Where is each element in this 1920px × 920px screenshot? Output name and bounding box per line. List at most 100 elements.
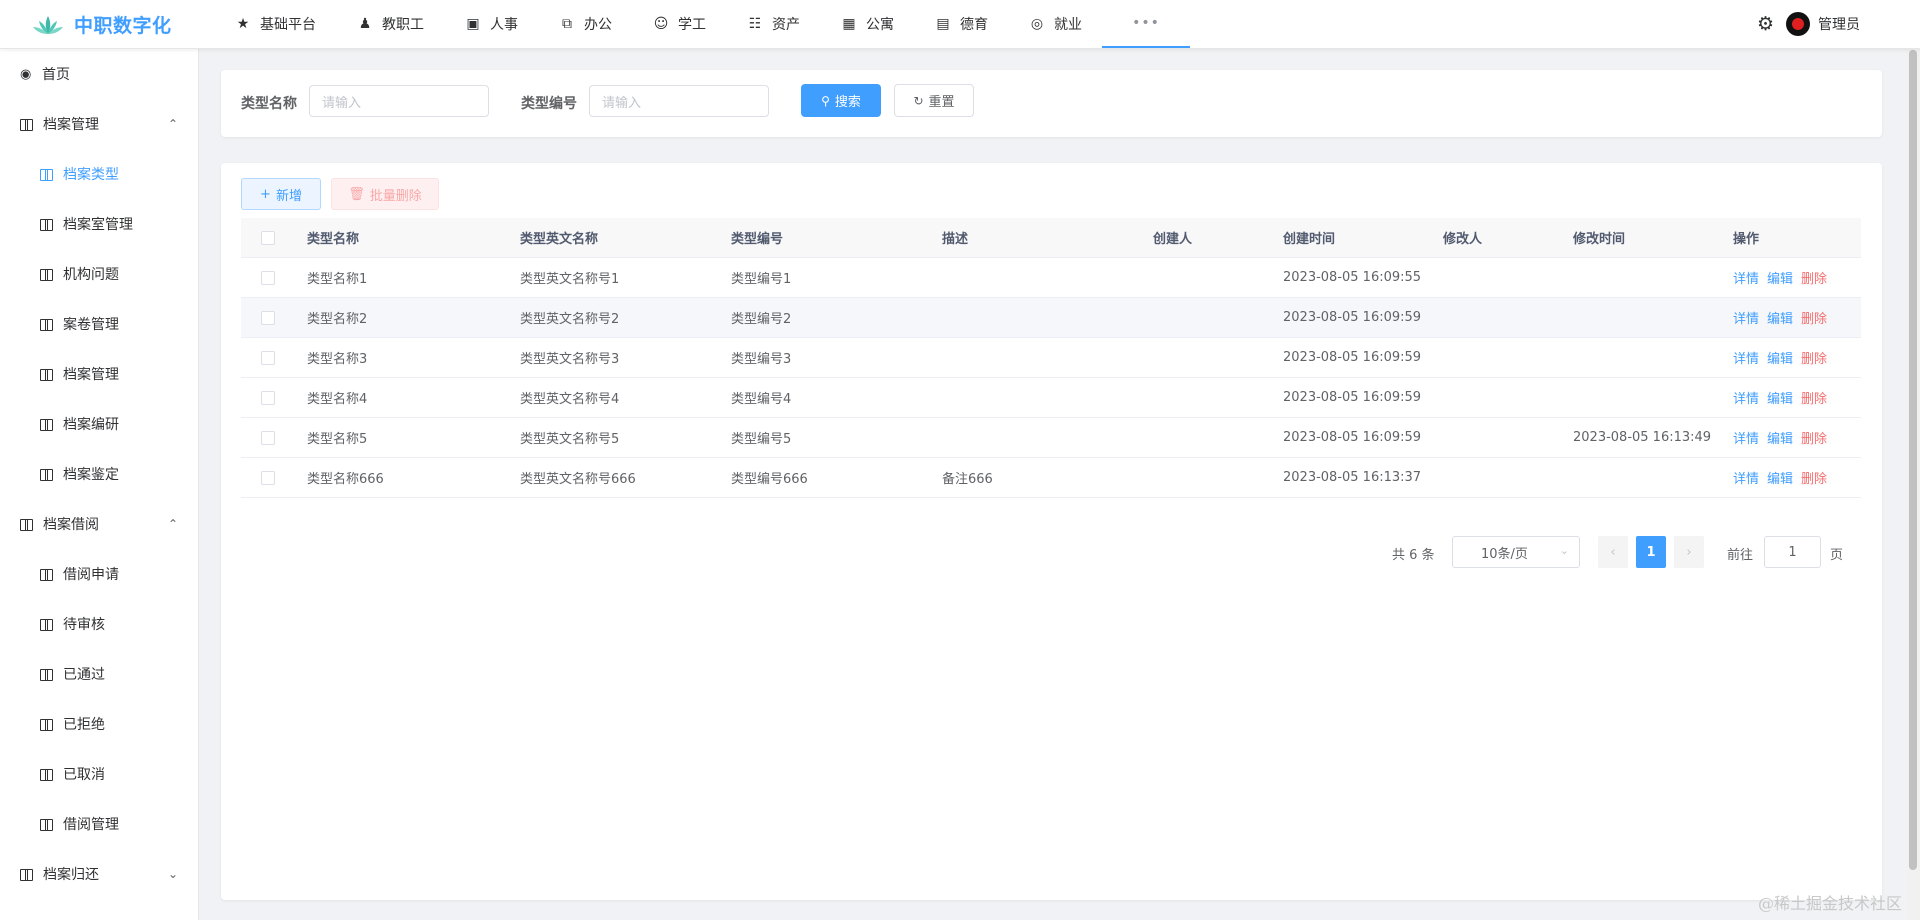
table-row[interactable]: 类型名称1 类型英文名称号1 类型编号1 2023-08-05 16:09:55… <box>241 258 1861 298</box>
delete-link[interactable]: 删除 <box>1801 472 1827 487</box>
topnav-item-assets[interactable]: ☷ 资产 <box>726 0 820 48</box>
detail-link[interactable]: 详情 <box>1733 392 1759 407</box>
avatar[interactable] <box>1786 12 1810 36</box>
edit-link[interactable]: 编辑 <box>1767 392 1793 407</box>
table-row[interactable]: 类型名称4 类型英文名称号4 类型编号4 2023-08-05 16:09:59… <box>241 378 1861 418</box>
edit-link[interactable]: 编辑 <box>1767 432 1793 447</box>
sidebar-item-approved[interactable]: 已通过 <box>0 649 198 699</box>
sidebar-item-pending[interactable]: 待审核 <box>0 599 198 649</box>
scrollbar-thumb[interactable] <box>1909 50 1917 870</box>
row-checkbox[interactable] <box>261 310 275 325</box>
user-name[interactable]: 管理员 <box>1818 14 1860 34</box>
pagination: 共 6 条 10条/页 ⌄ ‹ 1 › 前往 1 页 <box>221 536 1861 568</box>
grid-icon: ▤ <box>936 16 950 32</box>
cell-type-en-name: 类型英文名称号2 <box>520 312 620 327</box>
topnav-item-hr[interactable]: ▣ 人事 <box>444 0 538 48</box>
goto-page-input[interactable]: 1 <box>1764 536 1821 568</box>
sidebar-item-label: 待审核 <box>63 617 105 633</box>
topnav-item-staff[interactable]: ♟ 教职工 <box>336 0 444 48</box>
page-number-current[interactable]: 1 <box>1636 536 1666 568</box>
row-checkbox[interactable] <box>261 270 275 285</box>
sidebar-item-home[interactable]: ◉ 首页 <box>0 49 198 99</box>
detail-link[interactable]: 详情 <box>1733 312 1759 327</box>
sidebar-item-cancelled[interactable]: 已取消 <box>0 749 198 799</box>
cell-create-time: 2023-08-05 16:09:59 <box>1283 350 1422 365</box>
book-icon <box>40 568 53 581</box>
delete-link[interactable]: 删除 <box>1801 392 1827 407</box>
type-code-input[interactable]: 请输入 <box>589 85 769 117</box>
sidebar-item-archive-type[interactable]: 档案类型 <box>0 149 198 199</box>
sidebar-item-dossier[interactable]: 案卷管理 <box>0 299 198 349</box>
cell-create-time: 2023-08-05 16:09:59 <box>1283 430 1422 445</box>
edit-link[interactable]: 编辑 <box>1767 312 1793 327</box>
sidebar-item-compilation[interactable]: 档案编研 <box>0 399 198 449</box>
type-name-label: 类型名称 <box>241 96 297 112</box>
logo[interactable]: 中职数字化 <box>32 11 172 38</box>
sidebar-item-borrow-manage[interactable]: 借阅管理 <box>0 799 198 849</box>
cell-type-en-name: 类型英文名称号5 <box>520 432 620 447</box>
col-header: 描述 <box>942 232 969 247</box>
gear-icon[interactable]: ⚙ <box>1757 13 1774 35</box>
book-icon <box>40 668 53 681</box>
detail-link[interactable]: 详情 <box>1733 472 1759 487</box>
search-form: 类型名称 请输入 类型编号 请输入 ⚲ 搜索 ↻ 重置 <box>221 70 1882 137</box>
topnav-item-moral[interactable]: ▤ 德育 <box>914 0 1008 48</box>
chevron-up-icon: ⌃ <box>167 117 178 131</box>
delete-link[interactable]: 删除 <box>1801 272 1827 287</box>
trash-icon: 🗑 <box>348 186 365 202</box>
sidebar-item-archives[interactable]: 档案管理 <box>0 349 198 399</box>
topnav-item-basic[interactable]: ★ 基础平台 <box>214 0 336 48</box>
sidebar-item-borrow-apply[interactable]: 借阅申请 <box>0 549 198 599</box>
sidebar-item-appraisal[interactable]: 档案鉴定 <box>0 449 198 499</box>
topnav-item-dorm[interactable]: ▦ 公寓 <box>820 0 914 48</box>
search-button[interactable]: ⚲ 搜索 <box>801 84 881 117</box>
delete-link[interactable]: 删除 <box>1801 312 1827 327</box>
table-row[interactable]: 类型名称3 类型英文名称号3 类型编号3 2023-08-05 16:09:59… <box>241 338 1861 378</box>
col-header: 类型英文名称 <box>520 232 599 247</box>
sidebar-item-rejected[interactable]: 已拒绝 <box>0 699 198 749</box>
batch-delete-button[interactable]: 🗑 批量删除 <box>331 178 439 210</box>
book-icon <box>40 718 53 731</box>
row-checkbox[interactable] <box>261 430 275 445</box>
sidebar-item-label: 档案管理 <box>63 367 119 383</box>
topnav-item-employment[interactable]: ◎ 就业 <box>1008 0 1102 48</box>
book-icon <box>40 768 53 781</box>
sidebar-item-archive-room[interactable]: 档案室管理 <box>0 199 198 249</box>
building-icon: ▦ <box>842 16 856 32</box>
detail-link[interactable]: 详情 <box>1733 272 1759 287</box>
topnav-item-office[interactable]: ⧉ 办公 <box>538 0 632 48</box>
page-size-select[interactable]: 10条/页 ⌄ <box>1452 536 1580 568</box>
table-row[interactable]: 类型名称666 类型英文名称号666 类型编号666 备注666 2023-08… <box>241 458 1861 498</box>
type-name-input[interactable]: 请输入 <box>309 85 489 117</box>
sidebar-item-org-issues[interactable]: 机构问题 <box>0 249 198 299</box>
plus-icon: + <box>260 186 271 202</box>
table-row[interactable]: 类型名称5 类型英文名称号5 类型编号5 2023-08-05 16:09:59… <box>241 418 1861 458</box>
detail-link[interactable]: 详情 <box>1733 432 1759 447</box>
reset-button[interactable]: ↻ 重置 <box>894 84 974 117</box>
sidebar-group-borrowing[interactable]: 档案借阅 ⌃ <box>0 499 198 549</box>
add-button[interactable]: + 新增 <box>241 178 321 210</box>
row-checkbox[interactable] <box>261 470 275 485</box>
batch-delete-label: 批量删除 <box>369 188 422 204</box>
edit-link[interactable]: 编辑 <box>1767 352 1793 367</box>
edit-link[interactable]: 编辑 <box>1767 272 1793 287</box>
row-checkbox[interactable] <box>261 350 275 365</box>
sidebar-group-return[interactable]: 档案归还 ⌄ <box>0 849 198 899</box>
next-page-button[interactable]: › <box>1674 536 1704 568</box>
detail-link[interactable]: 详情 <box>1733 352 1759 367</box>
select-all-checkbox[interactable] <box>261 230 275 245</box>
col-header: 类型编号 <box>731 232 784 247</box>
sidebar-item-label: 档案借阅 <box>43 517 99 533</box>
cell-type-name: 类型名称2 <box>307 312 368 327</box>
delete-link[interactable]: 删除 <box>1801 352 1827 367</box>
table-row[interactable]: 类型名称2 类型英文名称号2 类型编号2 2023-08-05 16:09:59… <box>241 298 1861 338</box>
row-checkbox[interactable] <box>261 390 275 405</box>
prev-page-button[interactable]: ‹ <box>1598 536 1628 568</box>
sidebar-group-archive-management[interactable]: 档案管理 ⌃ <box>0 99 198 149</box>
topnav-item-student[interactable]: ☺ 学工 <box>632 0 726 48</box>
more-menu-button[interactable]: ••• <box>1102 0 1190 48</box>
topnav-label: 学工 <box>678 17 706 33</box>
delete-link[interactable]: 删除 <box>1801 432 1827 447</box>
page-size-value: 10条/页 <box>1481 546 1528 562</box>
edit-link[interactable]: 编辑 <box>1767 472 1793 487</box>
